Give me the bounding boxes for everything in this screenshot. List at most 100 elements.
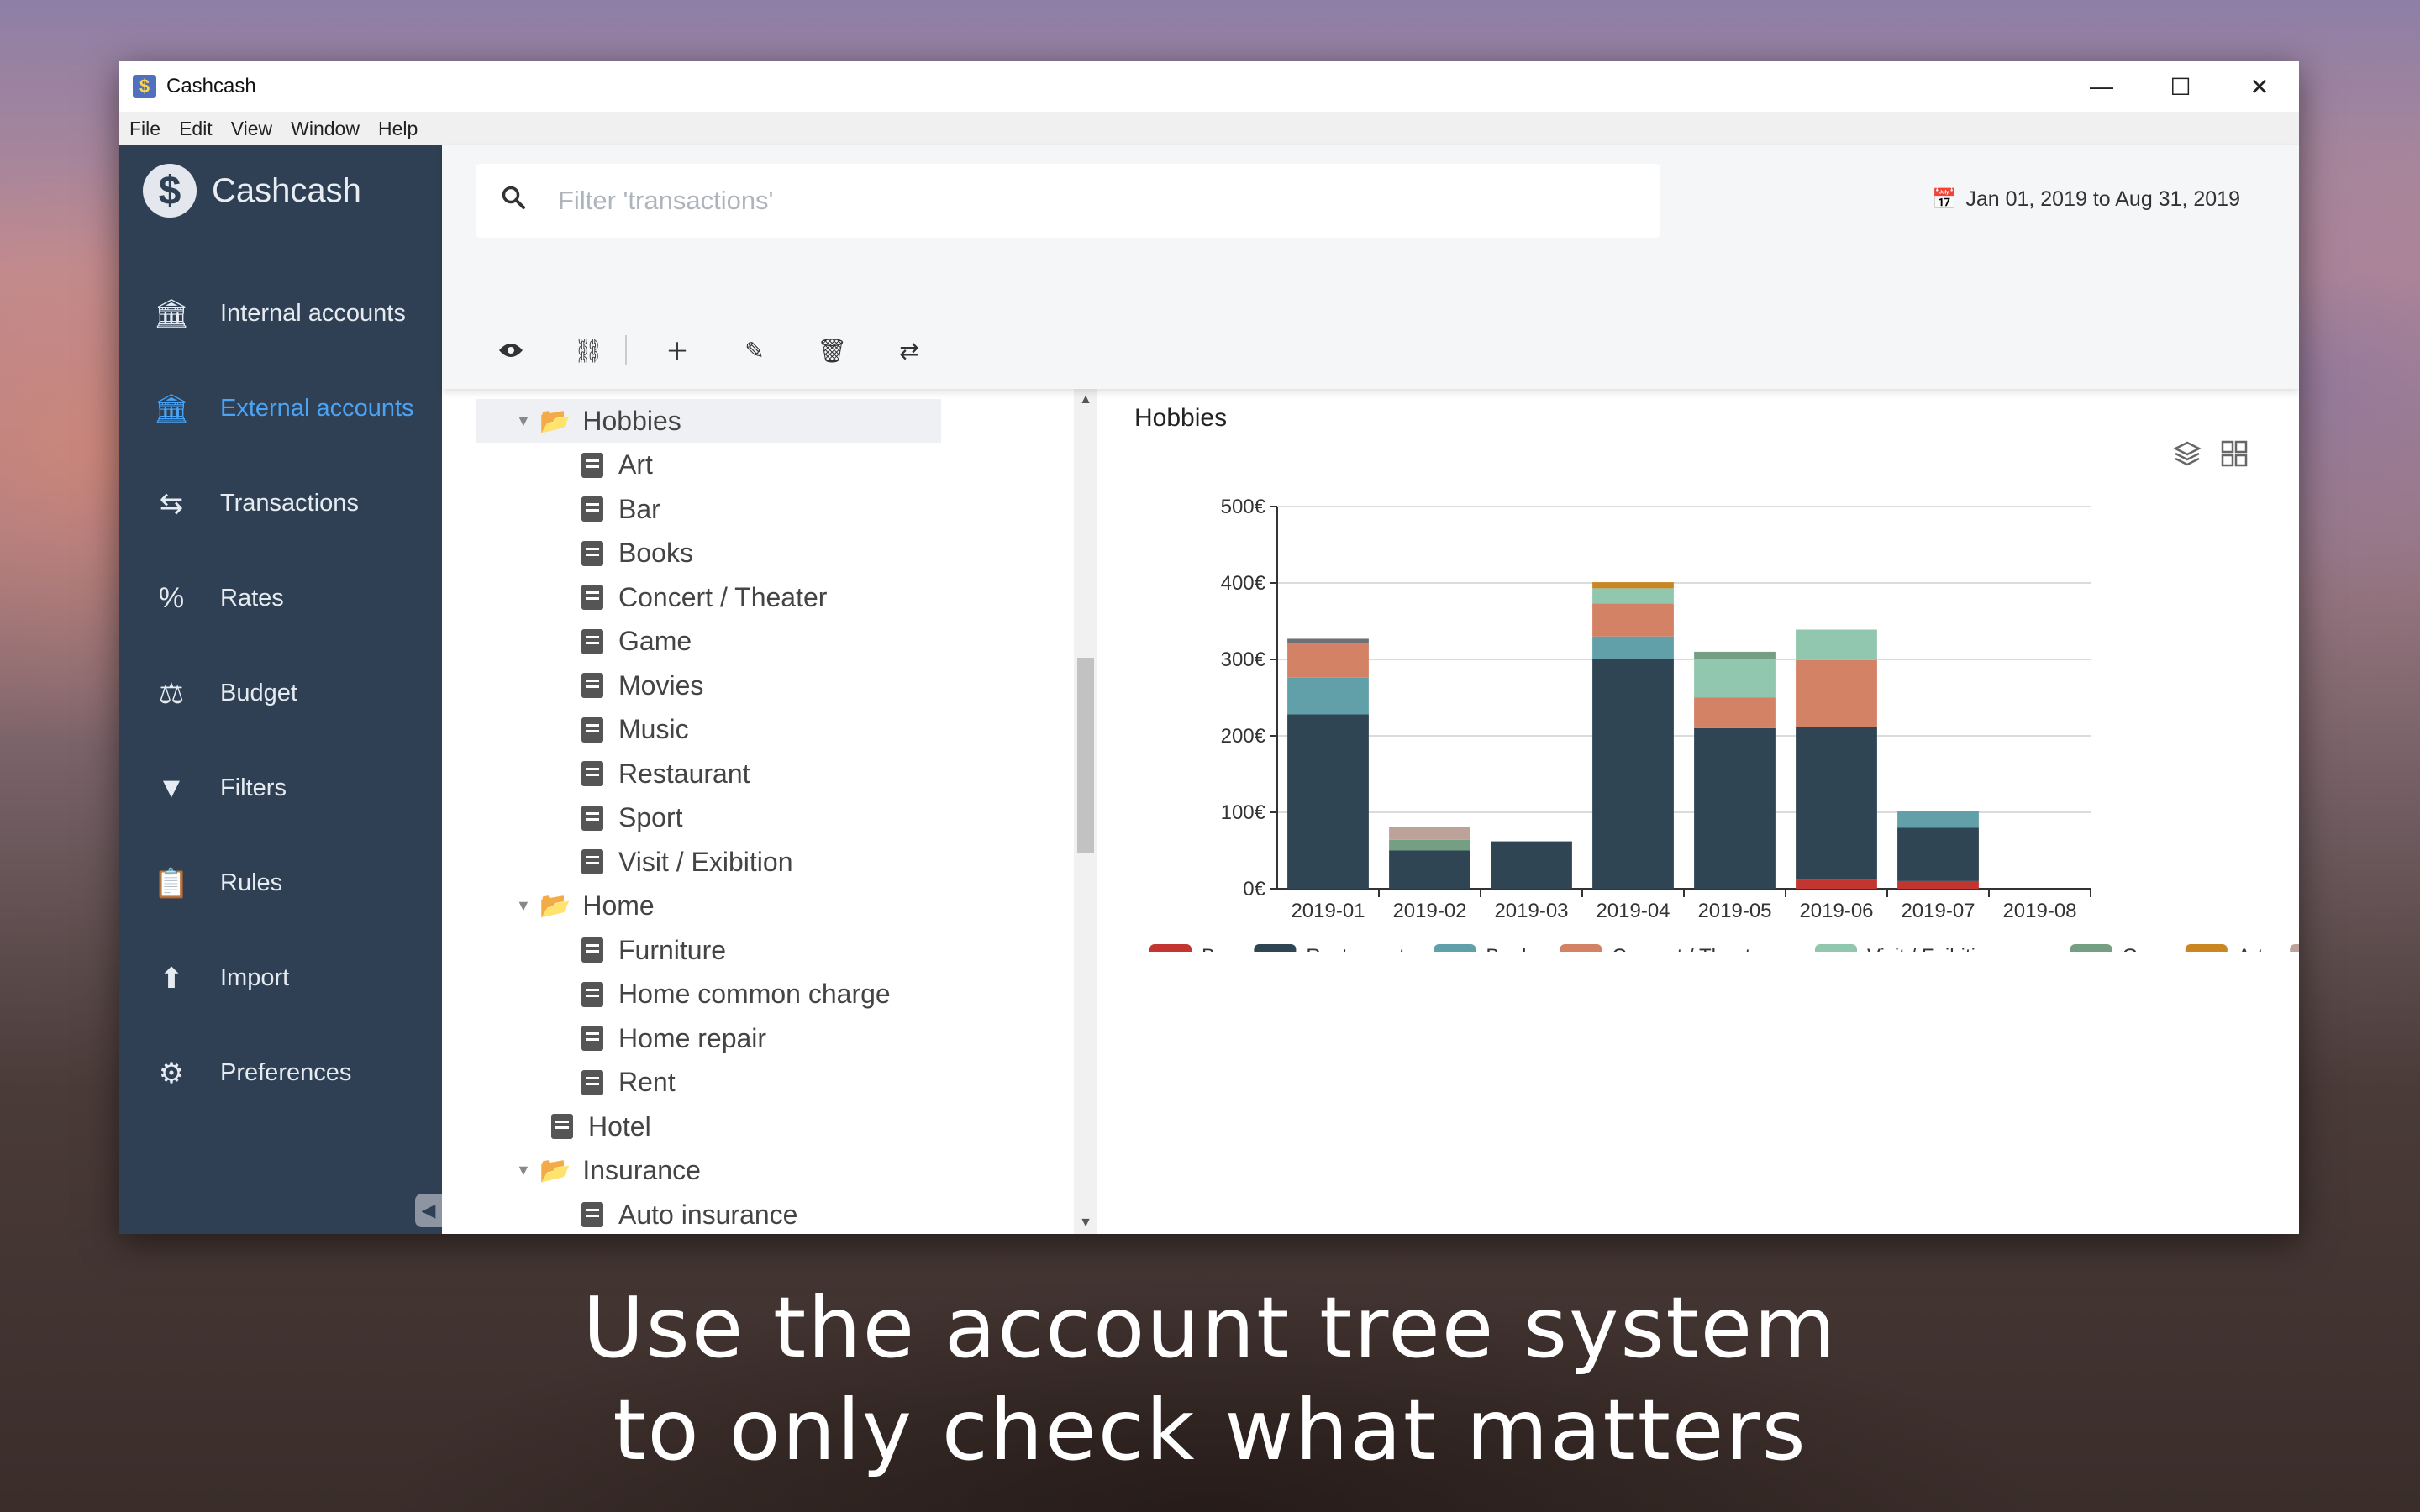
scroll-up-arrow-icon[interactable]: ▲ (1074, 392, 1097, 407)
close-button[interactable]: ✕ (2220, 61, 2299, 112)
y-tick-label: 200€ (1221, 725, 1266, 748)
plus-icon[interactable]: ＋ (652, 332, 702, 369)
unlink-icon[interactable]: ⛓ (563, 332, 613, 369)
minimize-button[interactable]: — (2062, 61, 2141, 112)
layers-icon[interactable] (2173, 439, 2202, 475)
sidebar-collapse-button[interactable]: ◀ (415, 1194, 442, 1227)
sidebar-item-filters[interactable]: ▼ Filters (119, 741, 442, 836)
tree-folder[interactable]: ▼ 📂 Insurance (516, 1149, 701, 1193)
brand-logo-icon: $ (143, 164, 197, 218)
menu-file[interactable]: File (129, 118, 160, 140)
x-tick-label: 2019-03 (1494, 900, 1568, 922)
clipboard-icon: 📋 (153, 867, 190, 900)
book-icon (581, 585, 603, 610)
x-tick-label: 2019-02 (1392, 900, 1466, 922)
bank-ext-icon: 🏛 (153, 392, 190, 425)
x-tick-label: 2019-08 (2002, 900, 2076, 922)
caret-down-icon[interactable]: ▼ (516, 897, 539, 915)
brand-name: Cashcash (212, 171, 361, 209)
pencil-icon[interactable]: ✎ (729, 332, 780, 369)
book-icon (581, 1069, 603, 1095)
tree-item[interactable]: Restaurant (581, 752, 750, 795)
legend-label: Bar (1202, 945, 1233, 952)
calendar-icon: 📅 (1932, 188, 1958, 211)
tree-item-label: Rent (618, 1067, 676, 1097)
x-tick-label: 2019-04 (1596, 900, 1670, 922)
sidebar-item-budget[interactable]: ⚖ Budget (119, 646, 442, 741)
trash-icon[interactable]: 🗑 (807, 332, 857, 369)
caret-down-icon[interactable]: ▼ (516, 412, 539, 430)
tree-item[interactable]: Sport (581, 796, 682, 840)
tree-item-label: Movies (618, 669, 704, 701)
sidebar-item-rules[interactable]: 📋 Rules (119, 836, 442, 931)
sidebar-item-external-accounts[interactable]: 🏛 External accounts (119, 361, 442, 456)
tree-item[interactable]: Art (581, 444, 653, 487)
chart-tools (2154, 439, 2249, 475)
sidebar-item-internal-accounts[interactable]: 🏛 Internal accounts (119, 266, 442, 361)
bar-segment (1592, 659, 1674, 889)
grid-view-icon[interactable] (2220, 439, 2249, 475)
legend-label: Art (2238, 945, 2264, 952)
tree-folder[interactable]: ▼ 📂 Home (516, 885, 655, 928)
tree-item[interactable]: Books (581, 532, 693, 575)
tree-scrollbar[interactable]: ▲ ▼ (1074, 389, 1097, 1234)
bar-segment (1389, 827, 1470, 840)
exchange-icon[interactable]: ⇄ (884, 332, 934, 369)
tree-item-label: Sport (618, 802, 683, 832)
date-range[interactable]: 📅 Jan 01, 2019 to Aug 31, 2019 (1932, 187, 2240, 212)
title-bar: $ Cashcash — ☐ ✕ (119, 61, 2299, 112)
stacked-bar-chart: 0€ 100€ 200€ 300€ 400€ 500€ 2019-01 2019-02 2019… (1150, 496, 2299, 952)
bar-segment (1287, 643, 1369, 678)
menu-bar: File Edit View Window Help (119, 112, 2299, 145)
bar-segment (1796, 659, 1877, 727)
bar-segment (1592, 636, 1674, 659)
tree-item[interactable]: Rent (581, 1061, 676, 1105)
search-input[interactable] (556, 185, 1568, 217)
caret-down-icon[interactable]: ▼ (516, 1162, 539, 1179)
tree-item-label: Bar (618, 493, 660, 524)
sidebar-item-label: Rules (220, 869, 283, 896)
bar-segment (1796, 629, 1877, 660)
tree-item[interactable]: Concert / Theater (581, 575, 827, 619)
menu-edit[interactable]: Edit (179, 118, 213, 140)
book-icon (581, 452, 603, 478)
tree-item[interactable]: Visit / Exibition (581, 840, 793, 884)
scroll-down-arrow-icon[interactable]: ▼ (1074, 1215, 1097, 1231)
legend-label: Books (1486, 945, 1542, 952)
book-icon (551, 1114, 573, 1139)
tree-item[interactable]: Game (581, 620, 692, 664)
tree-item[interactable]: Hotel (551, 1105, 651, 1148)
tree-item[interactable]: Furniture (581, 928, 726, 972)
menu-window[interactable]: Window (291, 118, 360, 140)
menu-help[interactable]: Help (378, 118, 418, 140)
chart-title: Hobbies (1134, 404, 1228, 432)
tree-item[interactable]: Music (581, 708, 689, 752)
tree-item[interactable]: Auto insurance (581, 1193, 797, 1234)
x-tick-label: 2019-06 (1799, 900, 1873, 922)
tree-item-label: Books (618, 538, 693, 568)
tree-item[interactable]: Home repair (581, 1016, 766, 1060)
scrollbar-thumb[interactable] (1077, 658, 1094, 853)
caption-line-1: Use the account tree system (582, 1278, 1838, 1377)
book-icon (581, 1202, 603, 1227)
eye-icon[interactable] (486, 332, 536, 369)
tree-item[interactable]: Home common charge (581, 973, 891, 1016)
tree-item[interactable]: Bar (581, 487, 660, 531)
app-icon: $ (133, 75, 156, 98)
maximize-button[interactable]: ☐ (2141, 61, 2220, 112)
sidebar-item-preferences[interactable]: ⚙ Preferences (119, 1026, 442, 1121)
percent-icon: % (158, 582, 185, 614)
tree-item[interactable]: Movies (581, 664, 703, 707)
book-icon (581, 761, 603, 786)
sidebar-item-transactions[interactable]: ⇆ Transactions (119, 456, 442, 551)
tree-item-label: Game (618, 626, 692, 656)
sidebar-item-import[interactable]: ⬆ Import (119, 931, 442, 1026)
menu-view[interactable]: View (231, 118, 272, 140)
sidebar-item-rates[interactable]: % Rates (119, 551, 442, 646)
legend-swatch (1254, 944, 1297, 952)
x-tick-label: 2019-01 (1291, 900, 1365, 922)
tree-item-label: Music (618, 714, 689, 744)
tree-folder[interactable]: ▼ 📂 Hobbies (476, 399, 941, 443)
sidebar-item-label: Internal accounts (220, 300, 406, 327)
book-icon (581, 496, 603, 522)
